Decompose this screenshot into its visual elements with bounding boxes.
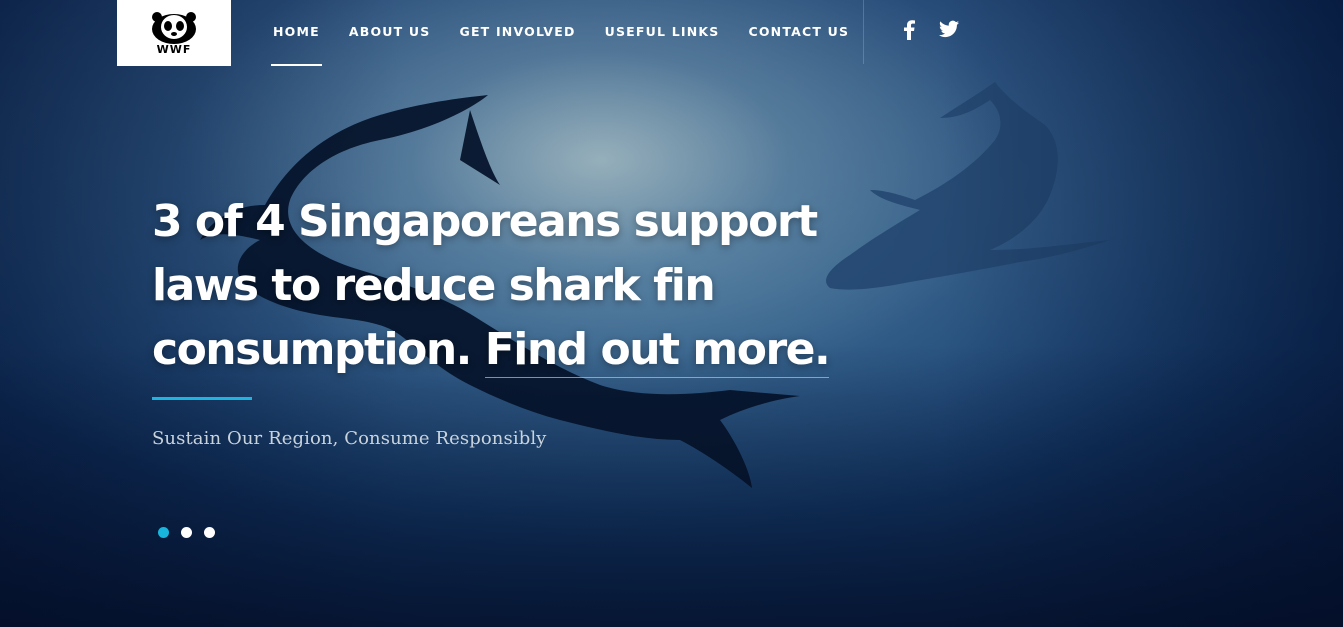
twitter-icon[interactable]	[939, 20, 959, 43]
slider-dot-1[interactable]	[158, 527, 169, 538]
hero-subtitle: Sustain Our Region, Consume Responsibly	[152, 428, 547, 449]
headline-line-3: consumption.	[152, 324, 472, 375]
find-out-more-link[interactable]: Find out more.	[484, 324, 831, 378]
headline-line-1: 3 of 4 Singaporeans support	[152, 196, 818, 247]
nav-item-home[interactable]: HOME	[271, 24, 322, 66]
nav-item-about-us[interactable]: ABOUT US	[349, 24, 431, 39]
panda-icon	[152, 11, 196, 44]
nav-item-contact-us[interactable]: CONTACT US	[748, 24, 849, 39]
slider-dot-3[interactable]	[204, 527, 215, 538]
logo-wordmark: WWF	[156, 42, 192, 56]
headline-line-2: laws to reduce shark fin	[152, 260, 716, 311]
wwf-logo[interactable]: WWF	[117, 0, 231, 66]
slider-dot-2[interactable]	[181, 527, 192, 538]
main-nav: HOME ABOUT US GET INVOLVED USEFUL LINKS …	[271, 24, 878, 66]
facebook-icon[interactable]	[903, 20, 915, 45]
accent-divider	[152, 397, 252, 400]
hero-headline: 3 of 4 Singaporeans support laws to redu…	[152, 190, 852, 382]
nav-divider	[863, 0, 864, 64]
nav-item-useful-links[interactable]: USEFUL LINKS	[605, 24, 720, 39]
slider-pagination	[158, 527, 215, 538]
nav-item-get-involved[interactable]: GET INVOLVED	[459, 24, 575, 39]
